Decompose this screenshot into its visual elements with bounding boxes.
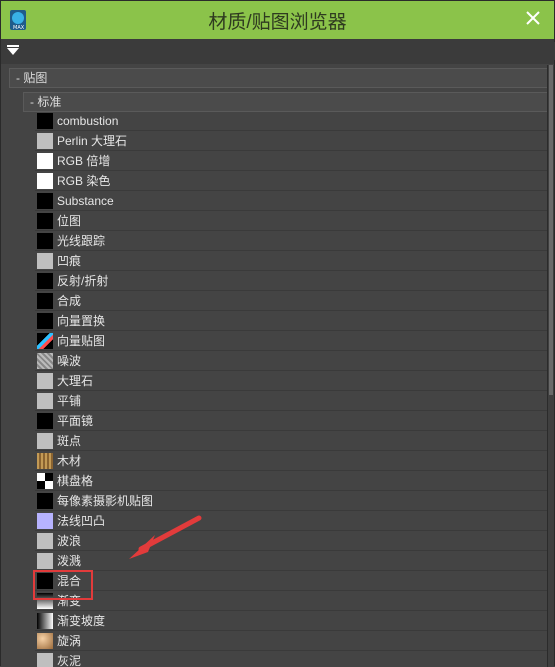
map-swatch-icon: [37, 193, 53, 209]
map-list-item[interactable]: 噪波: [35, 352, 552, 371]
map-label: 旋涡: [57, 634, 82, 648]
map-label: 泼溅: [57, 554, 82, 568]
highlight-box: [33, 570, 93, 600]
map-swatch-icon: [37, 493, 53, 509]
map-list-item[interactable]: RGB 倍增: [35, 152, 552, 171]
map-swatch-icon: [37, 133, 53, 149]
map-label: 平铺: [57, 394, 82, 408]
map-list-item[interactable]: 泼溅: [35, 552, 552, 571]
map-label: 位图: [57, 214, 82, 228]
map-list-item[interactable]: 大理石: [35, 372, 552, 391]
map-list-item[interactable]: 向量贴图: [35, 332, 552, 351]
map-swatch-icon: [37, 513, 53, 529]
filter-dropdown-icon[interactable]: [7, 45, 19, 55]
map-label: 法线凹凸: [57, 514, 106, 528]
search-input[interactable]: [29, 42, 555, 60]
map-swatch-icon: [37, 413, 53, 429]
close-icon[interactable]: [524, 9, 542, 27]
map-list-item[interactable]: RGB 染色: [35, 172, 552, 191]
map-label: 凹痕: [57, 254, 82, 268]
map-list-item[interactable]: 旋涡: [35, 632, 552, 651]
map-list-item[interactable]: 每像素摄影机贴图: [35, 492, 552, 511]
map-swatch-icon: [37, 553, 53, 569]
map-label: 波浪: [57, 534, 82, 548]
map-swatch-icon: [37, 153, 53, 169]
map-list-item[interactable]: 光线跟踪: [35, 232, 552, 251]
map-list-item[interactable]: 合成: [35, 292, 552, 311]
map-swatch-icon: [37, 213, 53, 229]
map-label: 光线跟踪: [57, 234, 106, 248]
app-icon: MAX: [10, 10, 26, 31]
map-list-item[interactable]: 渐变: [35, 592, 552, 611]
map-swatch-icon: [37, 333, 53, 349]
map-swatch-icon: [37, 633, 53, 649]
map-swatch-icon: [37, 613, 53, 629]
map-swatch-icon: [37, 173, 53, 189]
window-title: 材质/贴图浏览器: [208, 11, 347, 33]
map-list-item[interactable]: 渐变坡度: [35, 612, 552, 631]
map-label: 平面镜: [57, 414, 94, 428]
map-label: RGB 染色: [57, 174, 111, 188]
map-list-item[interactable]: 凹痕: [35, 252, 552, 271]
vertical-scrollbar[interactable]: [547, 65, 554, 667]
map-label: RGB 倍增: [57, 154, 111, 168]
map-swatch-icon: [37, 273, 53, 289]
subcategory-label: - 标准: [30, 95, 62, 109]
map-list-item[interactable]: Substance: [35, 192, 552, 211]
map-label: Perlin 大理石: [57, 134, 128, 148]
map-label: 斑点: [57, 434, 82, 448]
map-label: 向量贴图: [57, 334, 106, 348]
map-label: 棋盘格: [57, 474, 94, 488]
map-label: 噪波: [57, 354, 82, 368]
map-label: Substance: [57, 194, 114, 208]
map-label: 木材: [57, 454, 82, 468]
map-swatch-icon: [37, 473, 53, 489]
map-swatch-icon: [37, 373, 53, 389]
map-list-item[interactable]: combustion: [35, 112, 552, 131]
map-swatch-icon: [37, 113, 53, 129]
map-list-item[interactable]: 反射/折射: [35, 272, 552, 291]
filter-toolbar: [1, 39, 555, 65]
map-label: 大理石: [57, 374, 94, 388]
map-label: combustion: [57, 114, 119, 128]
map-swatch-icon: [37, 653, 53, 667]
map-swatch-icon: [37, 253, 53, 269]
map-label: 灰泥: [57, 654, 82, 667]
map-list-item[interactable]: 棋盘格: [35, 472, 552, 491]
map-label: 渐变坡度: [57, 614, 106, 628]
map-swatch-icon: [37, 453, 53, 469]
map-list-item[interactable]: Perlin 大理石: [35, 132, 552, 151]
map-list-item[interactable]: 位图: [35, 212, 552, 231]
map-list-item[interactable]: 平面镜: [35, 412, 552, 431]
material-map-browser-window: MAX 材质/贴图浏览器 - 贴图 - 标准 combustion Perlin …: [0, 0, 555, 667]
map-label: 向量置换: [57, 314, 106, 328]
map-list-item[interactable]: 法线凹凸: [35, 512, 552, 531]
category-maps[interactable]: - 贴图: [9, 68, 551, 88]
map-list-item[interactable]: 混合: [35, 572, 552, 591]
map-list-item[interactable]: 向量置换: [35, 312, 552, 331]
map-swatch-icon: [37, 293, 53, 309]
map-swatch-icon: [37, 233, 53, 249]
map-label: 合成: [57, 294, 82, 308]
map-list-item[interactable]: 木材: [35, 452, 552, 471]
map-label: 每像素摄影机贴图: [57, 494, 154, 508]
map-swatch-icon: [37, 353, 53, 369]
scrollbar-thumb[interactable]: [549, 65, 553, 395]
map-list-item[interactable]: 灰泥: [35, 652, 552, 667]
category-label: - 贴图: [16, 71, 48, 85]
map-list-item[interactable]: 波浪: [35, 532, 552, 551]
map-list-item[interactable]: 斑点: [35, 432, 552, 451]
map-swatch-icon: [37, 533, 53, 549]
map-swatch-icon: [37, 433, 53, 449]
map-swatch-icon: [37, 313, 53, 329]
map-list-item[interactable]: 平铺: [35, 392, 552, 411]
titlebar[interactable]: MAX 材质/贴图浏览器: [1, 1, 554, 39]
map-swatch-icon: [37, 393, 53, 409]
subcategory-standard[interactable]: - 标准: [23, 92, 553, 112]
map-label: 反射/折射: [57, 274, 109, 288]
svg-text:MAX: MAX: [13, 25, 25, 31]
